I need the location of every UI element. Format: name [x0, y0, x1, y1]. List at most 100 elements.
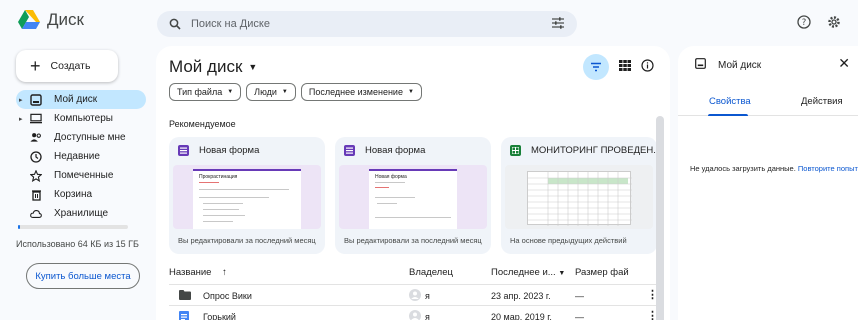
sidebar-item-trash[interactable]: Корзина — [16, 185, 146, 204]
card-footer: Вы редактировали за последний месяц — [344, 236, 482, 245]
buy-storage-button[interactable]: Купить больше места — [26, 263, 140, 289]
expand-caret-icon[interactable]: ▸ — [19, 96, 23, 104]
dropdown-arrow-icon: ▼ — [248, 62, 258, 72]
search-icon[interactable] — [169, 18, 181, 30]
form-line — [375, 217, 451, 219]
sidebar-item-my-drive[interactable]: ▸ Мой диск — [16, 90, 146, 109]
column-owner[interactable]: Владелец — [409, 267, 453, 278]
create-label: Создать — [50, 60, 91, 72]
shared-icon — [30, 132, 42, 144]
sidebar-item-recent[interactable]: Недавние — [16, 147, 146, 166]
expand-caret-icon[interactable]: ▸ — [19, 115, 23, 123]
settings-icon[interactable] — [826, 14, 842, 30]
file-size: — — [575, 312, 584, 320]
form-line — [375, 187, 389, 189]
card-thumbnail — [505, 165, 653, 229]
active-tab-indicator — [708, 114, 748, 116]
details-header: Мой диск — [695, 58, 761, 72]
top-bar: Диск Поиск на Диске ? — [0, 0, 858, 46]
tab-properties[interactable]: Свойства — [709, 96, 751, 107]
sidebar-item-computers[interactable]: ▸ Компьютеры — [16, 109, 146, 128]
details-panel: Мой диск ✕ Свойства Действия Не удалось … — [678, 46, 858, 320]
clock-icon — [30, 150, 42, 163]
form-line — [203, 221, 233, 223]
sidebar-item-starred[interactable]: Помеченные — [16, 166, 146, 185]
form-line — [375, 197, 415, 199]
form-line — [375, 182, 405, 184]
filter-chip-modified[interactable]: Последнее изменение ▼ — [300, 83, 422, 101]
suggested-card[interactable]: Новая форма Новая форма Вы редактировали… — [335, 137, 491, 254]
storage-progress-fill — [18, 225, 20, 229]
suggested-heading: Рекомендуемое — [169, 119, 236, 129]
scrollbar[interactable] — [656, 116, 664, 320]
storage-progress-bar — [18, 225, 128, 229]
filter-chips: Тип файла ▼ Люди ▼ Последнее изменение ▼ — [169, 83, 422, 101]
column-modified[interactable]: Последнее и... ▼ — [491, 267, 565, 278]
details-title: Мой диск — [718, 59, 762, 71]
sidebar-nav: ▸ Мой диск ▸ Компьютеры Доступные мне Не… — [16, 90, 146, 223]
chip-label: Люди — [254, 87, 277, 97]
view-controls — [583, 54, 654, 80]
owner-name: я — [425, 312, 430, 320]
filter-icon[interactable] — [583, 54, 609, 80]
chevron-down-icon: ▼ — [407, 89, 414, 95]
form-line — [377, 203, 397, 205]
form-line — [199, 189, 289, 191]
form-preview: Новая форма — [369, 169, 457, 229]
sheets-icon — [510, 144, 521, 156]
sidebar-item-label: Недавние — [54, 151, 100, 162]
info-icon[interactable] — [641, 59, 654, 75]
modified-date: 20 мар. 2019 г. — [491, 312, 552, 320]
grid-view-icon[interactable] — [619, 60, 631, 74]
my-drive-icon — [695, 58, 706, 72]
card-thumbnail: Новая форма — [339, 165, 487, 229]
filter-chip-people[interactable]: Люди ▼ — [246, 83, 296, 101]
star-icon — [30, 169, 42, 182]
trash-icon — [30, 189, 42, 201]
tab-activity[interactable]: Действия — [801, 96, 843, 107]
search-bar[interactable]: Поиск на Диске — [157, 11, 577, 37]
top-actions: ? — [796, 14, 858, 30]
sidebar-item-storage[interactable]: Хранилище — [16, 204, 146, 223]
drive-logo-icon — [18, 10, 40, 29]
my-drive-icon — [30, 93, 42, 106]
form-preview-title: Прокрастинация — [199, 174, 238, 180]
column-size[interactable]: Размер фай — [575, 267, 629, 278]
suggested-card[interactable]: Новая форма Прокрастинация Вы редактиров… — [169, 137, 325, 254]
retry-link[interactable]: Повторите попытку. — [798, 164, 858, 173]
page-title[interactable]: Мой диск ▼ — [169, 57, 257, 77]
suggested-cards: Новая форма Прокрастинация Вы редактиров… — [169, 137, 657, 254]
card-title: МОНИТОРИНГ ПРОВЕДЕН... — [531, 144, 657, 156]
sort-arrow-up-icon[interactable]: ↑ — [222, 267, 227, 278]
search-input[interactable]: Поиск на Диске — [191, 18, 270, 30]
chip-label: Последнее изменение — [308, 87, 403, 97]
form-line — [203, 209, 239, 211]
card-footer: На основе предыдущих действий — [510, 236, 627, 245]
page-title-label: Мой диск — [169, 57, 243, 76]
sidebar-item-label: Доступные мне — [54, 132, 126, 143]
table-row[interactable]: Горький я 20 мар. 2019 г. — ⋮ — [169, 305, 659, 320]
close-icon[interactable]: ✕ — [838, 55, 850, 72]
column-name[interactable]: Название ↑ — [169, 267, 227, 278]
avatar — [409, 310, 421, 320]
chevron-down-icon: ▼ — [558, 270, 566, 277]
form-line — [199, 182, 219, 184]
chevron-down-icon: ▼ — [281, 89, 288, 95]
help-icon[interactable]: ? — [796, 14, 812, 30]
folder-icon — [179, 290, 191, 302]
sidebar-item-label: Помеченные — [54, 170, 114, 181]
card-title: Новая форма — [365, 144, 426, 156]
create-button[interactable]: + Создать — [16, 50, 118, 82]
column-modified-label: Последнее и... — [491, 267, 556, 278]
chip-label: Тип файла — [177, 87, 223, 97]
card-thumbnail: Прокрастинация — [173, 165, 321, 229]
modified-date: 23 апр. 2023 г. — [491, 291, 551, 301]
form-preview: Прокрастинация — [193, 169, 301, 229]
search-options-icon[interactable] — [551, 16, 565, 30]
drive-logo[interactable]: Диск — [18, 10, 84, 30]
sidebar-item-shared[interactable]: Доступные мне — [16, 128, 146, 147]
suggested-card[interactable]: МОНИТОРИНГ ПРОВЕДЕН... На основе предыду… — [501, 137, 657, 254]
filter-chip-type[interactable]: Тип файла ▼ — [169, 83, 242, 101]
sidebar-item-label: Компьютеры — [54, 113, 113, 124]
table-row[interactable]: Опрос Вики я 23 апр. 2023 г. — ⋮ — [169, 284, 659, 304]
